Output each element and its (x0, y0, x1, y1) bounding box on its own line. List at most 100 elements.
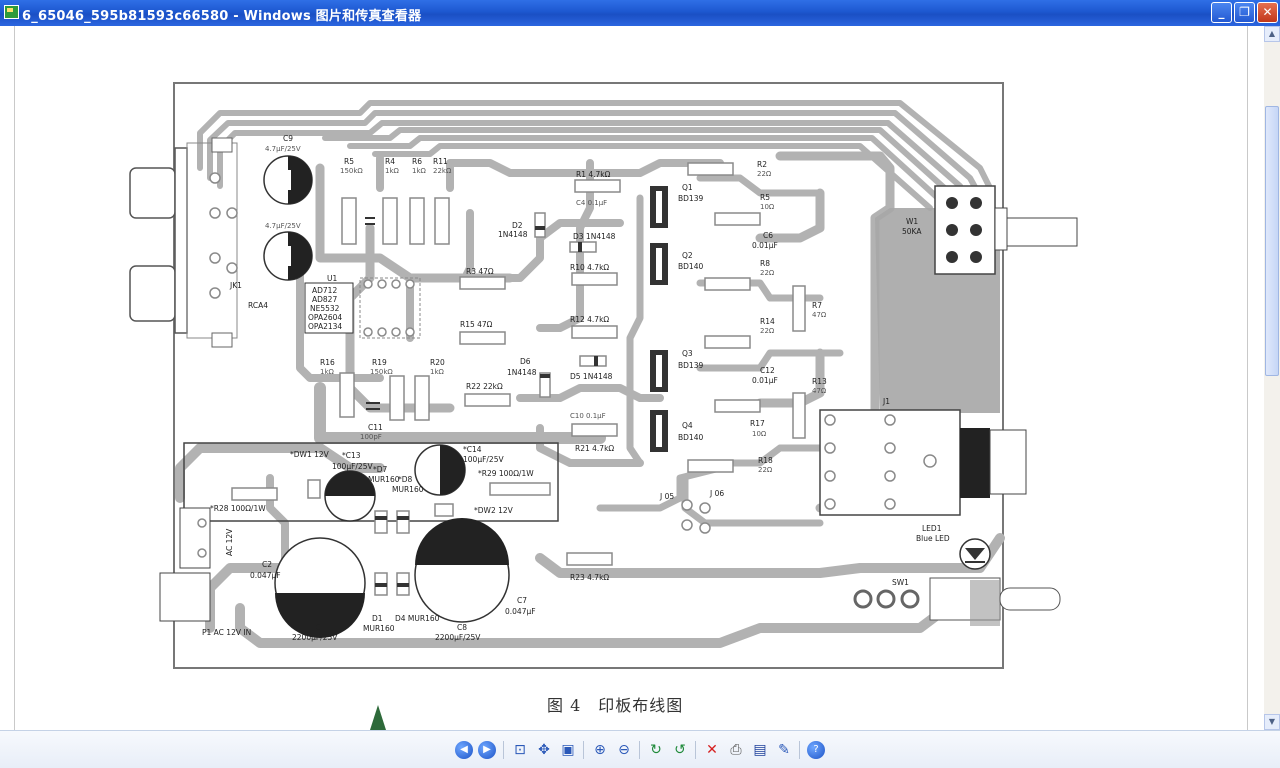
label-r17-value: 10Ω (752, 430, 767, 438)
label-led1-value: Blue LED (916, 534, 950, 543)
window-title: 6_65046_595b81593c66580 - Windows 图片和传真查… (22, 9, 422, 24)
label-sw1: SW1 (892, 578, 909, 587)
label-j05: J 05 (659, 492, 674, 501)
label-c10: C10 0.1μF (570, 412, 606, 420)
label-d8: *D8 (398, 475, 413, 484)
toolbar-separator (695, 741, 696, 759)
label-r5b: R5 (760, 193, 770, 202)
label-r1: R1 4.7kΩ (576, 170, 611, 179)
label-r11-value: 22kΩ (433, 167, 452, 175)
prev-image-icon[interactable]: ◀ (455, 741, 473, 759)
rotate-cw-icon[interactable]: ↻ (647, 741, 665, 759)
label-q2: Q2 (682, 251, 693, 260)
label-c14: *C14 (463, 445, 482, 454)
label-q4: Q4 (682, 421, 693, 430)
label-r28: *R28 100Ω/1W (210, 504, 266, 513)
label-r18-value: 22Ω (758, 466, 773, 474)
label-c2: C2 (262, 560, 272, 569)
label-r8: R8 (760, 259, 770, 268)
label-u1-ad827: AD827 (312, 295, 337, 304)
minimize-button[interactable]: _ (1211, 2, 1232, 23)
save-icon[interactable]: ▤ (751, 741, 769, 759)
label-r14: R14 (760, 317, 775, 326)
label-c2-value: 0.047μF (250, 571, 281, 580)
label-r4: R4 (385, 157, 395, 166)
label-r13: R13 (812, 377, 827, 386)
label-r8-value: 22Ω (760, 269, 775, 277)
toolbar-separator (503, 741, 504, 759)
label-c1: C1 (315, 623, 325, 632)
label-c9: C9 (283, 134, 293, 143)
label-ac12: AC 12V (225, 528, 234, 556)
label-c14-value: 100μF/25V (463, 455, 504, 464)
rotate-ccw-icon[interactable]: ↺ (671, 741, 689, 759)
actual-size-icon[interactable]: ✥ (535, 741, 553, 759)
label-r11: R11 (433, 157, 448, 166)
print-icon[interactable]: ⎙ (727, 741, 745, 759)
volume-pot-w1 (934, 185, 1078, 275)
vertical-scrollbar[interactable]: ▲ ▼ (1264, 26, 1280, 730)
label-r6: R6 (412, 157, 422, 166)
label-r4-value: 1kΩ (385, 167, 400, 175)
toolbar-separator (639, 741, 640, 759)
label-r10: R10 4.7kΩ (570, 263, 609, 272)
close-button[interactable]: ✕ (1257, 2, 1278, 23)
next-figure-fragment (370, 705, 386, 730)
label-r17: R17 (750, 419, 765, 428)
label-c8: C8 (457, 623, 467, 632)
pcb-drawing: .tr { stroke:#b2b2b2; fill:none; stroke-… (129, 82, 1078, 669)
zoom-in-icon[interactable]: ⊕ (591, 741, 609, 759)
scroll-down-arrow-icon[interactable]: ▼ (1264, 714, 1280, 730)
label-j06: J 06 (709, 489, 724, 498)
label-r19-value: 150kΩ (370, 368, 393, 376)
label-dw2: *DW2 12V (474, 506, 514, 515)
label-q3-value: BD139 (678, 361, 703, 370)
best-fit-icon[interactable]: ⊡ (511, 741, 529, 759)
label-d6-value: 1N4148 (507, 368, 537, 377)
label-r14-value: 22Ω (760, 327, 775, 335)
label-c7: C7 (517, 596, 527, 605)
scroll-up-arrow-icon[interactable]: ▲ (1264, 26, 1280, 42)
label-jk1: JK1 (229, 281, 242, 290)
label-c6-value: 0.01μF (752, 241, 778, 250)
label-w1: W1 (906, 217, 918, 226)
label-u1: U1 (327, 274, 337, 283)
label-c8-value: 2200μF/25V (435, 633, 481, 642)
edit-icon[interactable]: ✎ (775, 741, 793, 759)
zoom-out-icon[interactable]: ⊖ (615, 741, 633, 759)
label-u1-ad712: AD712 (312, 286, 337, 295)
label-r5-value: 150kΩ (340, 167, 363, 175)
label-c7-value: 0.047μF (505, 607, 536, 616)
label-r6-value: 1kΩ (412, 167, 427, 175)
next-image-icon[interactable]: ▶ (478, 741, 496, 759)
label-dw1: *DW1 12V (290, 450, 330, 459)
slideshow-icon[interactable]: ▣ (559, 741, 577, 759)
label-r12: R12 4.7kΩ (570, 315, 609, 324)
label-d8-value: MUR160 (392, 485, 424, 494)
label-c11-value: 100pF (360, 433, 382, 441)
label-d1: D1 (372, 614, 383, 623)
label-c1-value: 2200μF/25V (292, 633, 338, 642)
label-q4-value: BD140 (678, 433, 703, 442)
label-c4: C4 0.1μF (576, 199, 607, 207)
viewer-toolbar: ◀ ▶ ⊡ ✥ ▣ ⊕ ⊖ ↻ ↺ ✕ ⎙ ▤ ✎ ? (0, 730, 1280, 768)
label-c12-value: 0.01μF (752, 376, 778, 385)
restore-button[interactable]: ❐ (1234, 2, 1255, 23)
label-d7: *D7 (373, 465, 388, 474)
image-frame-right (1247, 26, 1264, 730)
label-r19: R19 (372, 358, 387, 367)
label-r5: R5 (344, 157, 354, 166)
label-w1-value: 50KA (902, 227, 922, 236)
scroll-thumb[interactable] (1265, 106, 1279, 376)
label-led1: LED1 (922, 524, 942, 533)
label-d2: D2 (512, 221, 523, 230)
delete-icon[interactable]: ✕ (703, 741, 721, 759)
label-j1: J1 (882, 397, 890, 406)
label-c6: C6 (763, 231, 773, 240)
label-q1-value: BD139 (678, 194, 703, 203)
label-r20-value: 1kΩ (430, 368, 445, 376)
label-r5b-value: 10Ω (760, 203, 775, 211)
help-icon[interactable]: ? (807, 741, 825, 759)
power-led (959, 538, 991, 570)
label-r2-value: 22Ω (757, 170, 772, 178)
